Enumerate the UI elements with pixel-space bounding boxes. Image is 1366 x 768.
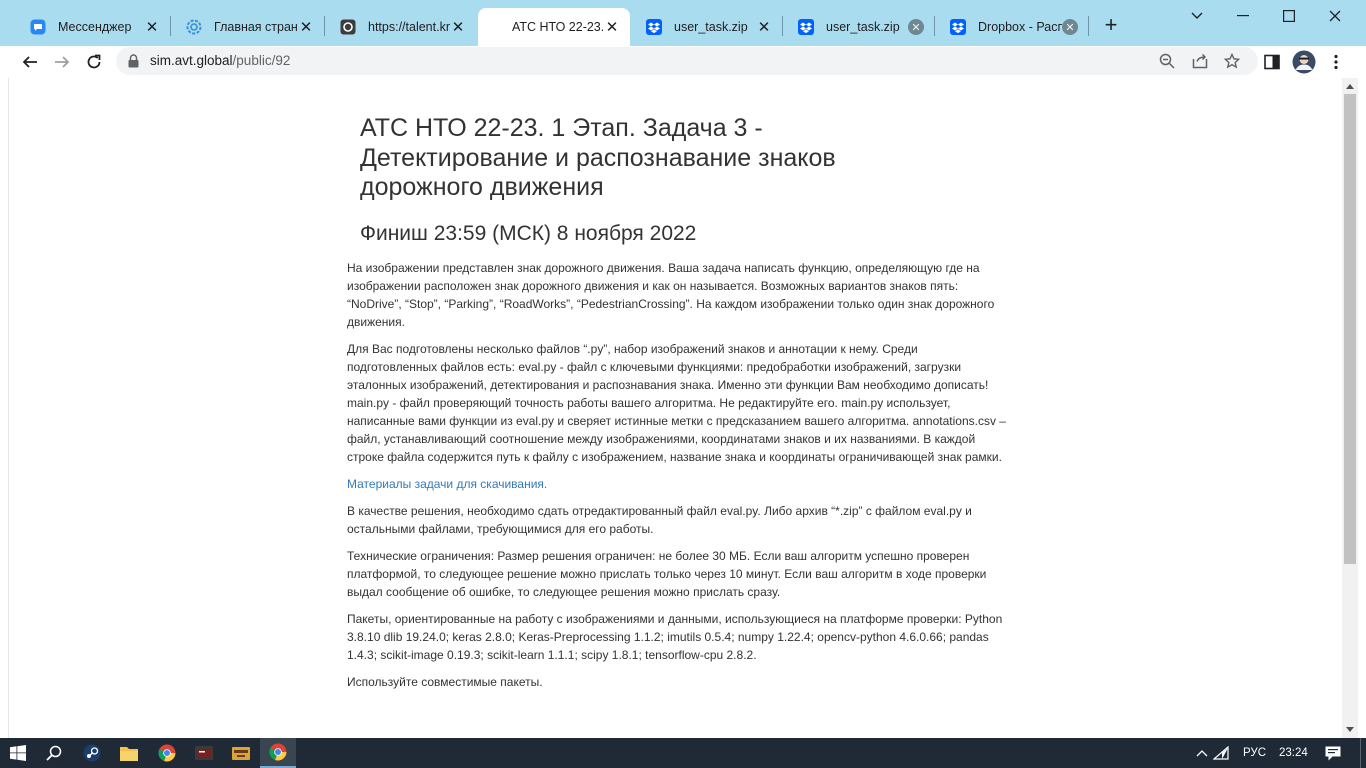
tab-title: https://talent.kru — [368, 20, 450, 34]
tab-user-task-zip-1[interactable]: user_task.zip ✕ — [630, 8, 782, 46]
tab-title: Dropbox - Распа — [978, 20, 1062, 34]
packages-list: Пакеты, ориентированные на работу с изоб… — [347, 611, 1003, 662]
url-host: sim.avt.global — [150, 53, 233, 68]
side-panel-icon[interactable] — [1258, 48, 1286, 76]
new-tab-button[interactable]: + — [1099, 14, 1123, 38]
technical-limits: Технические ограничения: Размер решения … — [347, 548, 987, 599]
url-text[interactable]: sim.avt.global/public/92 — [150, 47, 290, 75]
close-tab-icon[interactable]: ✕ — [298, 19, 314, 36]
tab-search-chevron-icon[interactable] — [1174, 4, 1220, 28]
minimize-button[interactable] — [1220, 4, 1266, 28]
scrollbar-thumb[interactable] — [1344, 94, 1356, 564]
system-clock[interactable]: 23:24 — [1279, 738, 1308, 768]
window-edge — [1358, 78, 1366, 738]
close-tab-icon[interactable]: ✕ — [756, 19, 772, 36]
tab-active-task[interactable]: АТС НТО 22-23. ✕ — [478, 8, 630, 46]
task-description: На изображении представлен знак дорожног… — [347, 260, 995, 329]
share-icon[interactable] — [1190, 51, 1210, 71]
scroll-down-arrow-icon[interactable] — [1346, 727, 1354, 732]
tab-title: Главная страниц — [214, 20, 298, 34]
files-description: Для Вас подготовлены несколько файлов “.… — [347, 341, 1006, 464]
page-scrollbar[interactable] — [1342, 78, 1358, 738]
materials-paragraph: Материалы задачи для скачивания. — [347, 475, 1007, 493]
tab-title: user_task.zip — [674, 20, 748, 34]
tab-title: АТС НТО 22-23. — [512, 20, 604, 34]
dropbox-icon — [798, 19, 814, 35]
browser-toolbar: sim.avt.global/public/92 — [0, 46, 1366, 78]
task-content: АТС НТО 22-23. 1 Этап. Задача 3 - Детект… — [347, 114, 1007, 691]
close-tab-icon[interactable]: ✕ — [604, 19, 620, 36]
notifications-icon[interactable] — [1316, 738, 1350, 768]
tab-talent[interactable]: https://talent.kru ✕ — [324, 8, 476, 46]
steam-icon[interactable] — [74, 738, 110, 768]
tab-dropbox[interactable]: Dropbox - Распа ✕ — [934, 8, 1088, 46]
archive-app-icon[interactable] — [223, 738, 259, 768]
scroll-up-arrow-icon[interactable] — [1346, 84, 1354, 89]
zoom-icon[interactable] — [1157, 51, 1177, 71]
tab-messenger[interactable]: Мессенджер ✕ — [14, 8, 170, 46]
chrome-icon[interactable] — [149, 738, 185, 768]
messenger-icon — [30, 19, 46, 35]
talent-icon — [340, 19, 356, 35]
bookmark-star-icon[interactable] — [1222, 51, 1242, 71]
deadline-subtitle: Финиш 23:59 (МСК) 8 ноября 2022 — [360, 221, 697, 245]
maximize-button[interactable] — [1266, 4, 1312, 28]
network-icon[interactable] — [1208, 738, 1234, 768]
reload-icon[interactable] — [80, 48, 108, 76]
menu-dots-icon[interactable] — [1322, 48, 1350, 76]
chrome-active-icon[interactable] — [260, 738, 296, 768]
lock-icon[interactable] — [128, 54, 139, 73]
windows-start-icon[interactable] — [0, 738, 36, 768]
tab-title: user_task.zip — [826, 20, 900, 34]
tab-separator — [1088, 16, 1089, 36]
page-viewport: АТС НТО 22-23. 1 Этап. Задача 3 - Детект… — [8, 78, 1342, 738]
gear-icon — [186, 19, 202, 35]
close-window-button[interactable] — [1312, 4, 1358, 28]
close-tab-icon[interactable]: ✕ — [144, 19, 160, 36]
tab-strip: Мессенджер ✕ Главная страниц ✕ https://t… — [0, 0, 1366, 46]
forward-arrow-icon[interactable] — [48, 48, 76, 76]
terminal-app-icon[interactable] — [186, 738, 222, 768]
compatibility-note: Используйте совместимые пакеты. — [347, 674, 543, 689]
close-tab-icon[interactable]: ✕ — [1062, 19, 1078, 35]
show-desktop-strip[interactable] — [1360, 738, 1366, 768]
tab-title: Мессенджер — [58, 20, 132, 34]
profile-avatar[interactable] — [1290, 48, 1318, 76]
dropbox-icon — [646, 19, 662, 35]
url-path: /public/92 — [232, 53, 291, 68]
close-tab-icon[interactable]: ✕ — [450, 19, 466, 36]
back-arrow-icon[interactable] — [16, 48, 44, 76]
input-language[interactable]: РУС — [1243, 738, 1266, 768]
page-title: АТС НТО 22-23. 1 Этап. Задача 3 - Детект… — [360, 114, 836, 201]
address-bar[interactable]: sim.avt.global/public/92 — [116, 47, 1258, 75]
tab-main-page[interactable]: Главная страниц ✕ — [170, 8, 324, 46]
search-icon[interactable] — [36, 738, 72, 768]
windows-taskbar: РУС 23:24 — [0, 738, 1366, 768]
solution-requirements: В качестве решения, необходимо сдать отр… — [347, 503, 972, 536]
dropbox-icon — [950, 19, 966, 35]
tab-user-task-zip-2[interactable]: user_task.zip ✕ — [782, 8, 934, 46]
materials-download-link[interactable]: Материалы задачи для скачивания. — [347, 477, 547, 491]
file-explorer-icon[interactable] — [111, 738, 147, 768]
close-tab-icon[interactable]: ✕ — [908, 19, 924, 35]
